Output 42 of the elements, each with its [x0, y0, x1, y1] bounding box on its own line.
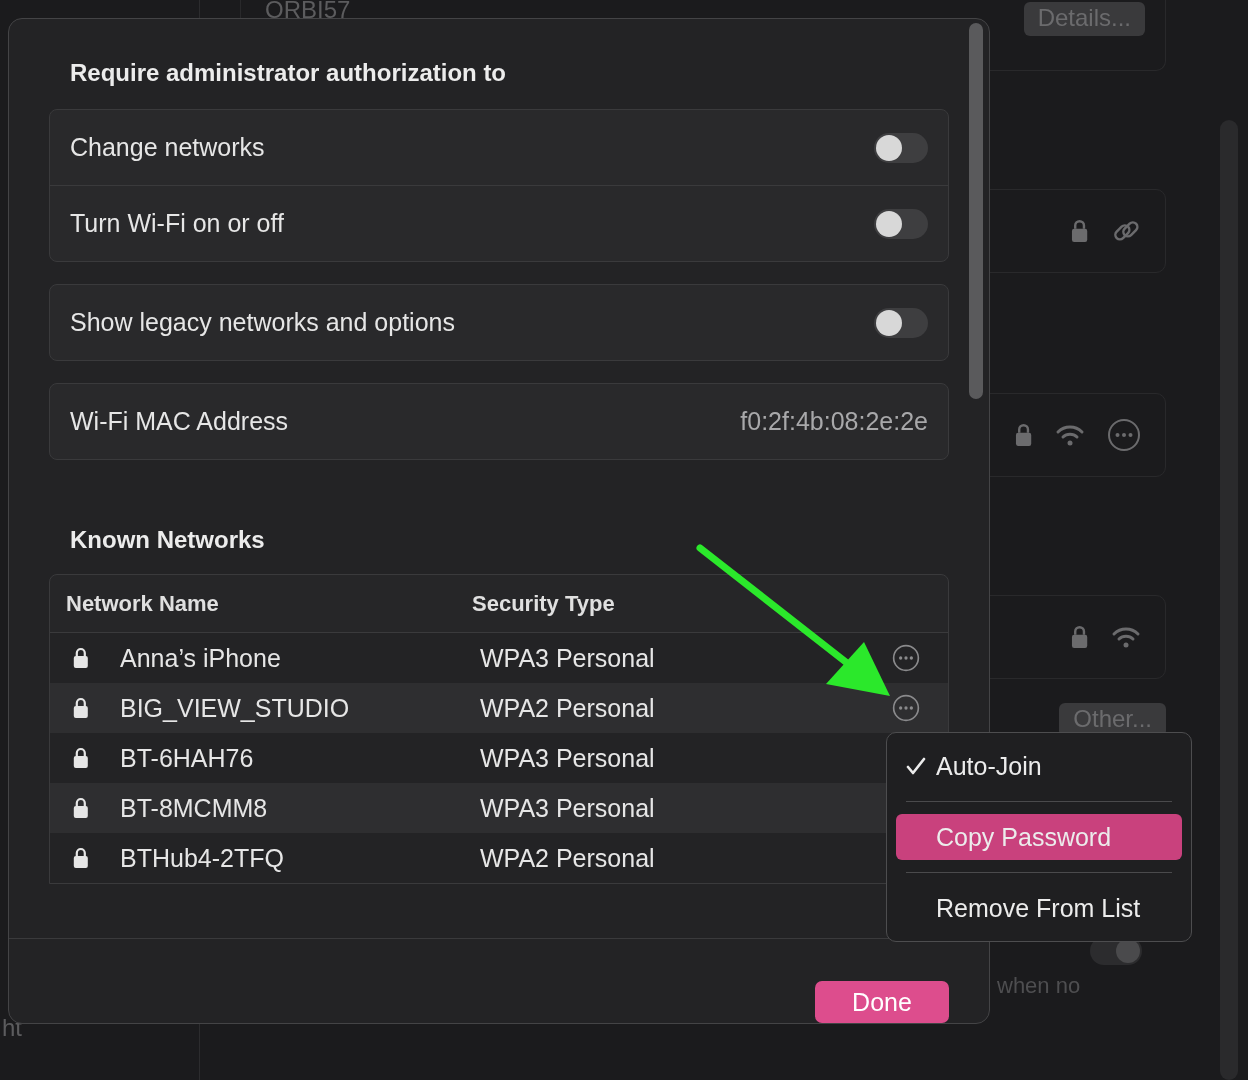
more-icon[interactable] — [1107, 418, 1141, 452]
menu-item[interactable]: Copy Password — [896, 814, 1182, 860]
mac-address: f0:2f:4b:08:2e:2e — [740, 407, 928, 436]
wifi-icon — [1111, 625, 1141, 649]
network-name: BIG_VIEW_STUDIO — [120, 693, 351, 723]
done-button[interactable]: Done — [815, 981, 949, 1023]
more-icon[interactable] — [892, 644, 920, 672]
toggle-switch[interactable] — [874, 132, 928, 163]
security-type: WPA3 Personal — [480, 793, 656, 823]
security-type: WPA3 Personal — [480, 743, 656, 773]
section-title: Known Networks — [70, 526, 266, 554]
lock-icon — [72, 847, 90, 869]
lock-icon — [1069, 625, 1089, 649]
network-name: Anna’s iPhone — [120, 643, 282, 673]
menu-item[interactable]: Auto-Join — [896, 743, 1182, 789]
security-type: WPA2 Personal — [480, 693, 656, 723]
section-title: Require administrator authorization to — [70, 59, 508, 87]
lock-icon — [1069, 219, 1089, 243]
network-name: BT-6HAH76 — [120, 743, 255, 773]
lock-icon — [1013, 423, 1033, 447]
setting-label: Show legacy networks and options — [70, 308, 455, 337]
lock-icon — [72, 697, 90, 719]
toggle-switch[interactable] — [874, 208, 928, 239]
security-type: WPA2 Personal — [480, 843, 656, 873]
network-name: BTHub4-2TFQ — [120, 843, 285, 873]
more-icon[interactable] — [892, 694, 920, 722]
scrollbar[interactable] — [969, 23, 983, 399]
setting-label: Change networks — [70, 133, 265, 162]
lock-icon — [72, 747, 90, 769]
security-type: WPA3 Personal — [480, 643, 656, 673]
network-name: ORBI57 — [265, 0, 351, 25]
wifi-icon — [1055, 423, 1085, 447]
checkmark-icon — [906, 757, 926, 775]
lock-icon — [72, 647, 90, 669]
column-header: Security Type — [472, 590, 616, 617]
network-name: BT-8MCMM8 — [120, 793, 269, 823]
setting-label: Turn Wi-Fi on or off — [70, 209, 284, 238]
toggle-switch[interactable] — [874, 307, 928, 338]
column-header: Network Name — [66, 590, 220, 617]
menu-item[interactable]: Remove From List — [896, 885, 1182, 931]
setting-label: Wi-Fi MAC Address — [70, 407, 289, 436]
lock-icon — [72, 797, 90, 819]
